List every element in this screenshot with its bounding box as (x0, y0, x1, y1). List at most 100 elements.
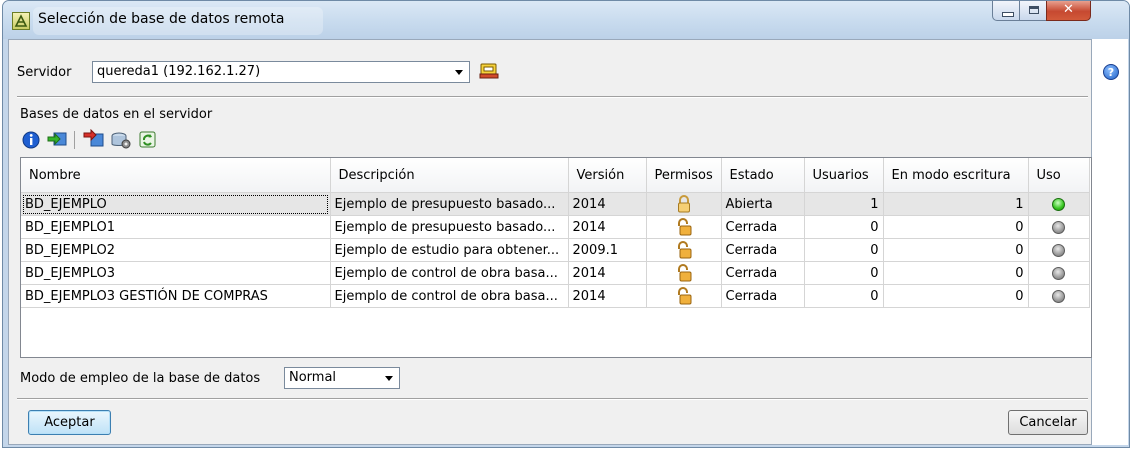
maximize-icon (1029, 6, 1039, 14)
lock-closed-icon (677, 195, 690, 213)
toolbar-separator (74, 131, 75, 149)
cell-description: Ejemplo de control de obra basa... (330, 284, 569, 308)
mode-select-value: Normal (289, 370, 337, 385)
cancel-button[interactable]: Cancelar (1008, 410, 1088, 435)
cell-name: BD_EJEMPLO3 GESTIÓN DE COMPRAS (21, 284, 331, 308)
database-settings-button[interactable] (109, 129, 133, 153)
help-icon[interactable]: ? (1103, 64, 1119, 80)
connect-server-button[interactable] (477, 59, 501, 83)
transfer-icon (83, 128, 104, 147)
cell-version: 2014 (568, 192, 647, 216)
database-settings-icon (111, 132, 131, 149)
import-button[interactable] (46, 129, 70, 153)
cell-version: 2014 (568, 284, 647, 308)
cell-write-mode: 0 (883, 215, 1029, 239)
status-active-icon (1052, 197, 1065, 211)
cell-description: Ejemplo de presupuesto basado... (330, 192, 569, 216)
table-row[interactable]: BD_EJEMPLO1 Ejemplo de presupuesto basado… (21, 215, 1090, 239)
cell-write-mode: 0 (883, 238, 1029, 262)
table-header-row: Nombre Descripción Versión Permisos Esta… (21, 158, 1090, 193)
column-header-version[interactable]: Versión (568, 158, 647, 193)
refresh-icon (139, 131, 156, 148)
cell-permission (646, 284, 722, 308)
close-button[interactable]: ✕ (1046, 1, 1091, 21)
cell-state: Cerrada (721, 238, 805, 262)
cell-description: Ejemplo de presupuesto basado... (330, 215, 569, 239)
cell-version: 2014 (568, 261, 647, 285)
separator (17, 398, 1088, 400)
cell-usage (1028, 261, 1090, 285)
cell-state: Cerrada (721, 261, 805, 285)
mode-label: Modo de empleo de la base de datos (20, 371, 261, 386)
cell-write-mode: 0 (883, 261, 1029, 285)
cell-name: BD_EJEMPLO2 (21, 238, 331, 262)
cell-write-mode: 0 (883, 284, 1029, 308)
column-header-write-mode[interactable]: En modo escritura (883, 158, 1029, 193)
cell-usage (1028, 192, 1090, 216)
window-title: Selección de base de datos remota (38, 11, 285, 27)
chevron-down-icon (385, 376, 393, 381)
app-icon (12, 12, 30, 30)
cell-name: BD_EJEMPLO3 (21, 261, 331, 285)
minimize-button[interactable] (992, 1, 1020, 21)
server-label: Servidor (17, 65, 72, 80)
column-header-description[interactable]: Descripción (330, 158, 569, 193)
cell-users: 0 (804, 261, 884, 285)
cell-usage (1028, 238, 1090, 262)
status-inactive-icon (1052, 266, 1065, 280)
column-header-usage[interactable]: Uso (1028, 158, 1090, 193)
databases-section-label: Bases de datos en el servidor (20, 107, 213, 122)
import-icon (47, 132, 67, 146)
cell-state: Cerrada (721, 284, 805, 308)
table-body: BD_EJEMPLO Ejemplo de presupuesto basado.… (21, 192, 1090, 308)
table-row[interactable]: BD_EJEMPLO3 Ejemplo de control de obra ba… (21, 261, 1090, 285)
lock-open-icon (677, 218, 691, 236)
cell-state: Cerrada (721, 215, 805, 239)
table-row[interactable]: BD_EJEMPLO Ejemplo de presupuesto basado.… (21, 192, 1090, 216)
cell-permission (646, 192, 722, 216)
minimize-icon (1002, 12, 1014, 17)
column-header-state[interactable]: Estado (721, 158, 805, 193)
cell-description: Ejemplo de estudio para obtener... (330, 238, 569, 262)
cell-usage (1028, 284, 1090, 308)
column-header-name[interactable]: Nombre (21, 158, 331, 193)
transfer-button[interactable] (82, 128, 106, 153)
cell-description: Ejemplo de control de obra basa... (330, 261, 569, 285)
status-inactive-icon (1052, 243, 1065, 257)
cell-name: BD_EJEMPLO (21, 192, 331, 216)
cell-users: 0 (804, 238, 884, 262)
mode-select[interactable]: Normal (284, 367, 400, 389)
server-connect-icon (479, 63, 499, 79)
cell-permission (646, 215, 722, 239)
cell-permission (646, 261, 722, 285)
databases-table: Nombre Descripción Versión Permisos Esta… (20, 157, 1092, 358)
info-button[interactable] (20, 129, 44, 153)
info-icon (22, 131, 40, 149)
cell-name: BD_EJEMPLO1 (21, 215, 331, 239)
cell-users: 1 (804, 192, 884, 216)
status-inactive-icon (1052, 220, 1065, 234)
table-row[interactable]: BD_EJEMPLO3 GESTIÓN DE COMPRAS Ejemplo de… (21, 284, 1090, 308)
maximize-button[interactable] (1019, 1, 1047, 21)
close-icon: ✕ (1063, 2, 1074, 17)
lock-open-icon (677, 264, 691, 282)
column-header-users[interactable]: Usuarios (804, 158, 884, 193)
cell-state: Abierta (721, 192, 805, 216)
cell-permission (646, 238, 722, 262)
cell-version: 2014 (568, 215, 647, 239)
cell-version: 2009.1 (568, 238, 647, 262)
separator (17, 96, 1088, 98)
help-strip (1092, 39, 1128, 445)
table-row[interactable]: BD_EJEMPLO2 Ejemplo de estudio para obten… (21, 238, 1090, 262)
column-header-permissions[interactable]: Permisos (646, 158, 722, 193)
cell-users: 0 (804, 284, 884, 308)
server-select[interactable]: quereda1 (192.162.1.27) (92, 61, 470, 83)
server-select-value: quereda1 (192.162.1.27) (97, 64, 261, 79)
lock-open-icon (677, 241, 691, 259)
chevron-down-icon (455, 70, 463, 75)
accept-button[interactable]: Aceptar (28, 410, 111, 435)
status-inactive-icon (1052, 289, 1065, 303)
title-bar[interactable]: Selección de base de datos remota ✕ (3, 1, 1129, 39)
lock-open-icon (677, 287, 691, 305)
refresh-button[interactable] (137, 129, 161, 153)
